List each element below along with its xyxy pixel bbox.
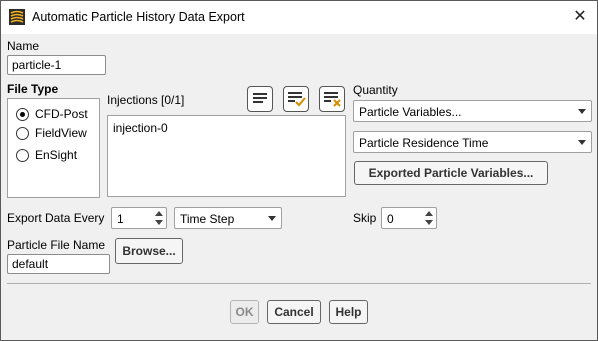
ok-button[interactable]: OK — [230, 300, 259, 324]
quantity-category-dropdown[interactable]: Particle Variables... — [353, 100, 592, 122]
list-icon[interactable] — [247, 86, 273, 112]
radio-fieldview-label: FieldView — [35, 126, 87, 140]
chevron-down-icon — [578, 109, 586, 114]
list-item[interactable]: injection-0 — [113, 121, 168, 135]
radio-cfd-post[interactable]: CFD-Post — [16, 105, 88, 123]
radio-unchecked-icon — [16, 148, 29, 162]
divider — [7, 283, 591, 284]
file-type-group: CFD-Post FieldView EnSight — [7, 98, 100, 198]
radio-checked-icon — [16, 107, 29, 121]
deselect-all-icon[interactable] — [319, 86, 345, 112]
injections-label: Injections [0/1] — [107, 93, 185, 107]
dialog-window: Automatic Particle History Data Export ✕… — [0, 0, 598, 341]
close-icon[interactable]: ✕ — [569, 7, 591, 29]
radio-fieldview[interactable]: FieldView — [16, 124, 87, 142]
radio-ensight[interactable]: EnSight — [16, 146, 77, 164]
spin-down-icon[interactable] — [425, 220, 433, 225]
skip-value: 0 — [387, 212, 394, 226]
spin-up-icon[interactable] — [425, 211, 433, 216]
help-button[interactable]: Help — [329, 300, 368, 324]
select-all-icon[interactable] — [283, 86, 309, 112]
title-bar[interactable]: Automatic Particle History Data Export ✕ — [1, 1, 597, 34]
quantity-category-value: Particle Variables... — [359, 105, 462, 119]
spin-up-icon[interactable] — [155, 211, 163, 216]
export-every-stepper[interactable]: 1 — [111, 207, 167, 229]
quantity-variable-dropdown[interactable]: Particle Residence Time — [353, 131, 592, 153]
radio-unchecked-icon — [16, 126, 29, 140]
export-every-value: 1 — [117, 212, 124, 226]
quantity-label: Quantity — [353, 83, 398, 97]
export-every-label: Export Data Every — [7, 211, 105, 225]
injections-list[interactable]: injection-0 — [107, 115, 346, 197]
skip-label: Skip — [353, 211, 377, 225]
radio-ensight-label: EnSight — [35, 148, 78, 162]
particle-file-label: Particle File Name — [7, 238, 106, 252]
browse-button[interactable]: Browse... — [115, 238, 183, 264]
file-type-label: File Type — [7, 82, 59, 96]
chevron-down-icon — [578, 140, 586, 145]
name-label: Name — [7, 39, 40, 53]
window-title: Automatic Particle History Data Export — [32, 10, 245, 24]
quantity-variable-value: Particle Residence Time — [359, 136, 489, 150]
particle-file-input[interactable]: default — [7, 254, 110, 274]
export-unit-value: Time Step — [180, 212, 235, 226]
radio-cfd-post-label: CFD-Post — [35, 107, 88, 121]
cancel-button[interactable]: Cancel — [267, 300, 321, 324]
chevron-down-icon — [268, 216, 276, 221]
name-input[interactable]: particle-1 — [7, 55, 106, 75]
spin-down-icon[interactable] — [155, 220, 163, 225]
app-logo-icon — [9, 9, 25, 25]
skip-stepper[interactable]: 0 — [381, 207, 437, 229]
exported-particle-variables-button[interactable]: Exported Particle Variables... — [354, 161, 548, 185]
export-unit-dropdown[interactable]: Time Step — [174, 207, 282, 229]
